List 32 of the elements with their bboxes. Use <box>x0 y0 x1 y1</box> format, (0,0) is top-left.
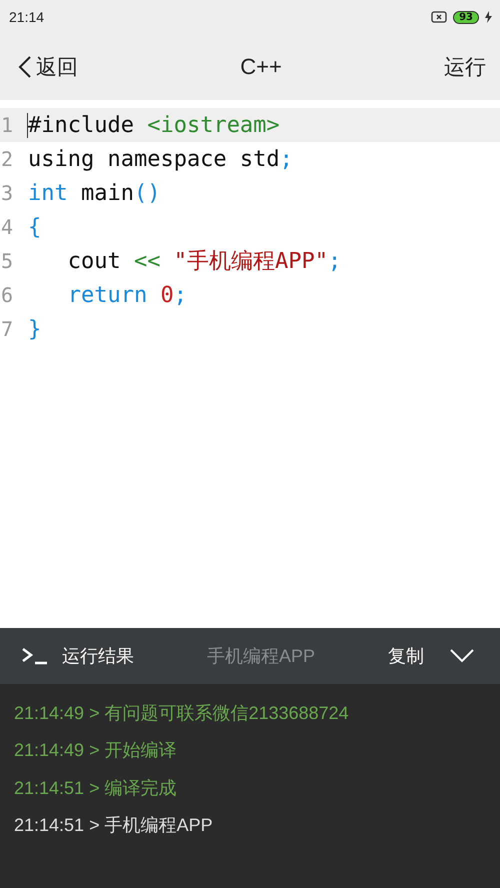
program-name: 手机编程APP <box>206 645 316 668</box>
terminal-icon <box>22 647 48 665</box>
chevron-down-icon <box>450 649 474 663</box>
battery-level: 93 <box>453 10 479 24</box>
log-line: 21:14:51 > 编译完成 <box>14 776 177 800</box>
run-button[interactable]: 运行 <box>444 53 486 81</box>
log-line: 21:14:49 > 有问题可联系微信2133688724 <box>14 702 349 725</box>
code-line[interactable]: { <box>27 214 42 240</box>
code-line[interactable]: cout << "手机编程APP"; <box>27 246 342 276</box>
back-button[interactable]: 返回 <box>18 53 78 81</box>
line-number: 7 <box>0 317 14 341</box>
console-title: 运行结果 <box>62 645 134 668</box>
log-line: 21:14:49 > 开始编译 <box>14 739 177 762</box>
line-number: 5 <box>0 249 14 273</box>
page-title: C++ <box>240 54 282 80</box>
status-time: 21:14 <box>9 9 44 25</box>
line-number: 4 <box>0 215 14 239</box>
back-chevron-icon <box>18 55 32 79</box>
code-line[interactable]: #include <iostream> <box>27 112 280 138</box>
charging-icon <box>485 11 492 23</box>
no-sim-icon <box>431 11 448 23</box>
code-line[interactable]: return 0; <box>27 282 187 308</box>
collapse-toggle[interactable] <box>450 649 474 663</box>
line-number: 6 <box>0 283 14 307</box>
line-number: 3 <box>0 181 14 205</box>
copy-button[interactable]: 复制 <box>388 644 424 668</box>
code-line[interactable]: int main() <box>27 180 160 206</box>
code-line[interactable]: using namespace std; <box>27 146 293 172</box>
line-number: 2 <box>0 147 14 171</box>
log-line: 21:14:51 > 手机编程APP <box>14 814 213 838</box>
code-line[interactable]: } <box>27 316 42 342</box>
line-number: 1 <box>0 113 14 137</box>
